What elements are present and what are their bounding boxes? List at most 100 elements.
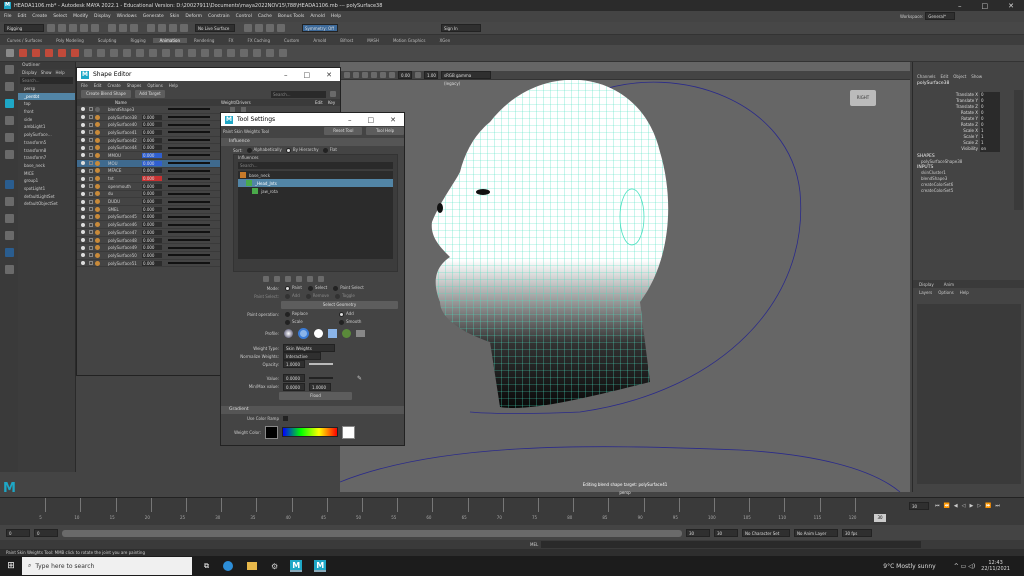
visibility-icon[interactable] [81, 191, 85, 196]
weight-field[interactable]: 0.000 [142, 229, 162, 235]
expand-icon[interactable] [89, 138, 93, 143]
shelf-tab-arnold[interactable]: Arnold [306, 38, 333, 43]
expand-icon[interactable] [89, 245, 93, 250]
opacity-slider[interactable] [309, 363, 333, 365]
sort-hierarchy-radio[interactable] [285, 147, 291, 153]
snap-point-icon[interactable] [169, 24, 177, 32]
max-value-field[interactable]: 1.0000 [309, 382, 331, 391]
visibility-icon[interactable] [81, 222, 85, 227]
layer-menu-options[interactable]: Options [938, 290, 953, 295]
expand-icon[interactable] [89, 230, 93, 235]
profile-soft-icon[interactable] [298, 327, 309, 339]
sort-flat-radio[interactable] [322, 147, 328, 153]
profile-folder-icon[interactable] [356, 329, 365, 337]
visibility-icon[interactable] [81, 115, 85, 120]
expand-icon[interactable] [89, 145, 93, 150]
outliner-menu-display[interactable]: Display [22, 70, 37, 75]
influence-color-swatch[interactable] [240, 172, 246, 178]
visibility-icon[interactable] [81, 130, 85, 135]
live-surface-field[interactable]: No Live Surface [195, 24, 235, 32]
time-slider[interactable]: 5 10 15 20 25 30 35 40 45 50 55 60 65 70 75 80 85 90 95 100… [0, 497, 1024, 525]
select-tool-icon[interactable] [5, 65, 14, 74]
flood-button[interactable]: Flood [279, 392, 352, 400]
shelf-tab-rendering[interactable]: Rendering [187, 38, 221, 43]
value-field[interactable]: 0.0000 [283, 374, 305, 382]
weight-slider[interactable] [168, 108, 210, 111]
scale-tool-icon[interactable] [5, 150, 14, 159]
weight-slider[interactable] [168, 200, 210, 203]
menu-bonus-tools[interactable]: Bonus Tools [278, 14, 304, 19]
side-tabs[interactable] [1014, 90, 1023, 210]
current-frame-field[interactable]: 30 [909, 502, 929, 510]
close-icon[interactable]: ✕ [326, 71, 332, 79]
menu-generate[interactable]: Generate [143, 14, 164, 19]
snap-grid-icon[interactable] [147, 24, 155, 32]
shelf-tab-custom[interactable]: Custom [277, 38, 306, 43]
file-explorer-icon[interactable] [247, 562, 257, 570]
menu-windows[interactable]: Windows [117, 14, 137, 19]
weight-slider[interactable] [168, 239, 210, 242]
wireframe-icon[interactable] [353, 72, 359, 78]
weight-slider[interactable] [168, 254, 210, 257]
play-forward-icon[interactable]: ▶ [969, 503, 973, 509]
constraint-scale-icon[interactable] [162, 49, 170, 57]
expand-icon[interactable] [89, 153, 93, 158]
weight-slider[interactable] [168, 192, 210, 195]
clock[interactable]: 12:43 22/11/2021 [981, 560, 1010, 572]
close-icon[interactable]: ✕ [1008, 2, 1014, 10]
redo-icon[interactable] [91, 24, 99, 32]
lighting-icon[interactable] [380, 72, 386, 78]
outliner-menu-help[interactable]: Help [56, 70, 65, 75]
minimize-icon[interactable]: – [958, 2, 962, 10]
shape-editor-menu-options[interactable]: Options [147, 83, 162, 88]
select-component-icon[interactable] [130, 24, 138, 32]
expand-icon[interactable] [89, 161, 93, 166]
new-scene-icon[interactable] [47, 24, 55, 32]
paste-weights-icon[interactable] [318, 276, 324, 282]
weight-field[interactable]: 0.000 [142, 260, 162, 266]
task-view-icon[interactable]: ⧉ [204, 562, 209, 571]
select-geometry-button[interactable]: Select Geometry [281, 301, 398, 309]
single-perspective-layout-icon[interactable] [5, 180, 14, 189]
expand-icon[interactable] [89, 191, 93, 196]
four-view-layout-icon[interactable] [5, 197, 14, 206]
visibility-icon[interactable] [81, 238, 85, 243]
render-settings-icon[interactable] [266, 24, 274, 32]
save-scene-icon[interactable] [69, 24, 77, 32]
hypershade-icon[interactable] [277, 24, 285, 32]
shelf-tab-motion-graphics[interactable]: Motion Graphics [386, 38, 433, 43]
select-hierarchy-icon[interactable] [108, 24, 116, 32]
shelf-tab-fx[interactable]: FX [221, 38, 240, 43]
weight-color-ramp[interactable] [282, 427, 338, 437]
reset-tool-button[interactable]: Reset Tool [324, 127, 363, 135]
outliner-item[interactable]: front [18, 108, 75, 116]
maya-taskbar-icon[interactable]: M [290, 560, 303, 572]
expand-icon[interactable] [89, 253, 93, 258]
lasso-tool-icon[interactable] [5, 82, 14, 91]
normalize-dropdown[interactable]: Interactive [283, 352, 321, 360]
search-icon[interactable] [5, 265, 14, 274]
weight-slider[interactable] [168, 208, 210, 211]
view-cube[interactable]: RIGHT [850, 90, 876, 106]
blend-shape-icon[interactable] [240, 49, 248, 57]
shelf-settings-icon[interactable] [6, 49, 14, 57]
weight-slider[interactable] [168, 177, 210, 180]
weight-field[interactable]: 0.000 [142, 191, 162, 197]
expand-icon[interactable] [89, 115, 93, 120]
shape-editor-menu-shapes[interactable]: Shapes [127, 83, 142, 88]
shelf-tab-fx-caching[interactable]: FX Caching [241, 38, 277, 43]
mode-select-radio[interactable] [307, 285, 313, 291]
expand-icon[interactable] [89, 214, 93, 219]
fps-dropdown[interactable]: 30 fps [842, 529, 872, 537]
smooth-shade-icon[interactable] [362, 72, 368, 78]
lattice-icon[interactable] [266, 49, 274, 57]
outliner-item[interactable]: base_neck [18, 162, 75, 170]
weight-field[interactable]: 0.000 [142, 237, 162, 243]
influence-section-header[interactable]: Influence [221, 138, 404, 146]
layer-list[interactable] [917, 304, 1021, 484]
layer-tab-display[interactable]: Display [919, 282, 934, 287]
constraint-parent-icon[interactable] [175, 49, 183, 57]
outliner-item[interactable]: MICE [18, 170, 75, 178]
tray-icons[interactable]: ^ ▭ ◁) [954, 563, 975, 570]
expand-icon[interactable] [89, 199, 93, 204]
